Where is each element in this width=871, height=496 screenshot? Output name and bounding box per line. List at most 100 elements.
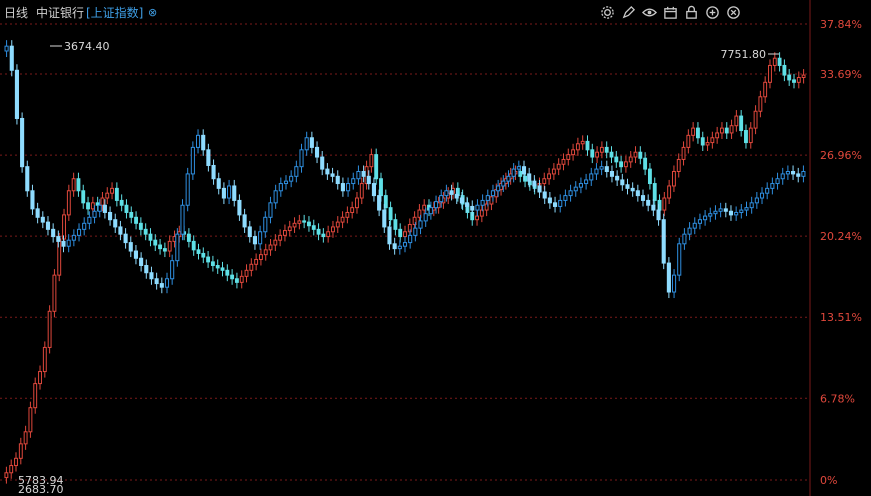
candle-body <box>302 220 307 223</box>
candle-body <box>792 79 796 83</box>
candle-body <box>164 278 170 288</box>
candle-body <box>51 228 56 238</box>
candle-body <box>749 202 754 209</box>
candle-body <box>521 166 527 175</box>
candle-body <box>170 260 175 280</box>
candle-body <box>758 96 763 112</box>
shanghai-index-series <box>4 40 806 299</box>
candle-body <box>575 143 580 151</box>
candle-body <box>249 263 254 271</box>
candle-body <box>720 127 724 134</box>
candle-body <box>190 146 195 175</box>
candle-body <box>563 195 568 201</box>
candle-body <box>594 168 599 175</box>
candle-body <box>686 134 691 148</box>
candle-body <box>470 205 475 211</box>
candle-body <box>556 163 561 170</box>
candle-body <box>149 272 154 280</box>
candle-body <box>770 183 775 189</box>
candle-body <box>646 199 651 206</box>
candle-body <box>700 137 705 146</box>
candle-body <box>418 220 423 229</box>
candle-body <box>393 219 398 230</box>
candle-body <box>40 216 45 223</box>
candle-body <box>180 204 185 235</box>
candle-body <box>754 197 759 204</box>
candle-body <box>662 197 667 211</box>
candle-body <box>734 211 739 216</box>
candle-body <box>216 178 221 189</box>
candle-body <box>403 231 407 238</box>
candle-body <box>552 202 558 207</box>
bank-index-series <box>4 52 806 484</box>
candle-body <box>14 69 19 119</box>
candle-body <box>379 178 383 197</box>
candle-body <box>35 208 40 218</box>
candle-body <box>244 269 249 277</box>
candle-body <box>283 180 289 185</box>
candle-body <box>289 175 294 182</box>
candle-body <box>647 168 652 185</box>
candle-body <box>316 228 321 235</box>
candle-body <box>321 233 326 238</box>
candle-body <box>676 158 681 173</box>
candle-body <box>92 210 97 218</box>
candle-body <box>547 197 552 204</box>
candle-body <box>299 149 304 168</box>
candle-body <box>787 74 792 81</box>
candle-body <box>604 146 609 153</box>
candle-body <box>100 197 105 206</box>
candle-body <box>90 202 95 210</box>
candle-body <box>633 151 638 158</box>
candle-body <box>691 127 696 136</box>
candle-body <box>201 252 206 258</box>
candle-body <box>263 216 268 233</box>
candlestick-chart[interactable]: 37.84% 33.69% 26.96% 20.24% 13.51% 6.78% 0% 36… <box>0 0 871 496</box>
candle-body <box>728 210 734 216</box>
candle-body <box>542 178 547 185</box>
candle-body <box>356 171 361 180</box>
candle-body <box>9 45 14 71</box>
candle-body <box>263 249 268 256</box>
candle-body <box>33 383 38 409</box>
candle-body <box>71 234 76 241</box>
candle-body <box>571 149 576 156</box>
candle-body <box>585 140 590 151</box>
candle-body <box>297 220 302 224</box>
candle-body <box>705 142 710 146</box>
candle-body <box>480 199 485 206</box>
candle-body <box>561 158 566 165</box>
candle-body <box>428 207 433 215</box>
candle-body <box>186 233 191 242</box>
candle-body <box>230 274 235 280</box>
candle-body <box>118 226 123 235</box>
candle-body <box>506 175 511 182</box>
candle-body <box>672 274 677 293</box>
candle-body <box>568 190 573 197</box>
candle-body <box>475 204 480 211</box>
candle-body <box>351 178 356 185</box>
candle-body <box>350 207 355 213</box>
candle-body <box>45 221 51 230</box>
candle-body <box>61 240 66 247</box>
candle-body <box>232 185 237 201</box>
candle-body <box>609 151 614 158</box>
candle-body <box>444 190 449 197</box>
candle-body <box>159 283 164 288</box>
candle-body <box>687 227 692 235</box>
y-tick-label: 33.69% <box>820 68 862 81</box>
candle-body <box>335 175 340 185</box>
candle-body <box>268 244 273 251</box>
candle-body <box>459 197 464 204</box>
candle-body <box>578 183 583 188</box>
candle-body <box>158 244 163 250</box>
bank-high-label: 3674.40 <box>64 40 110 53</box>
candle-body <box>369 154 374 168</box>
candle-body <box>772 57 777 66</box>
candle-body <box>532 180 537 187</box>
candle-body <box>801 171 806 177</box>
candle-body <box>210 261 215 266</box>
candle-body <box>614 156 619 163</box>
candle-body <box>97 204 102 212</box>
candle-body <box>628 156 633 163</box>
